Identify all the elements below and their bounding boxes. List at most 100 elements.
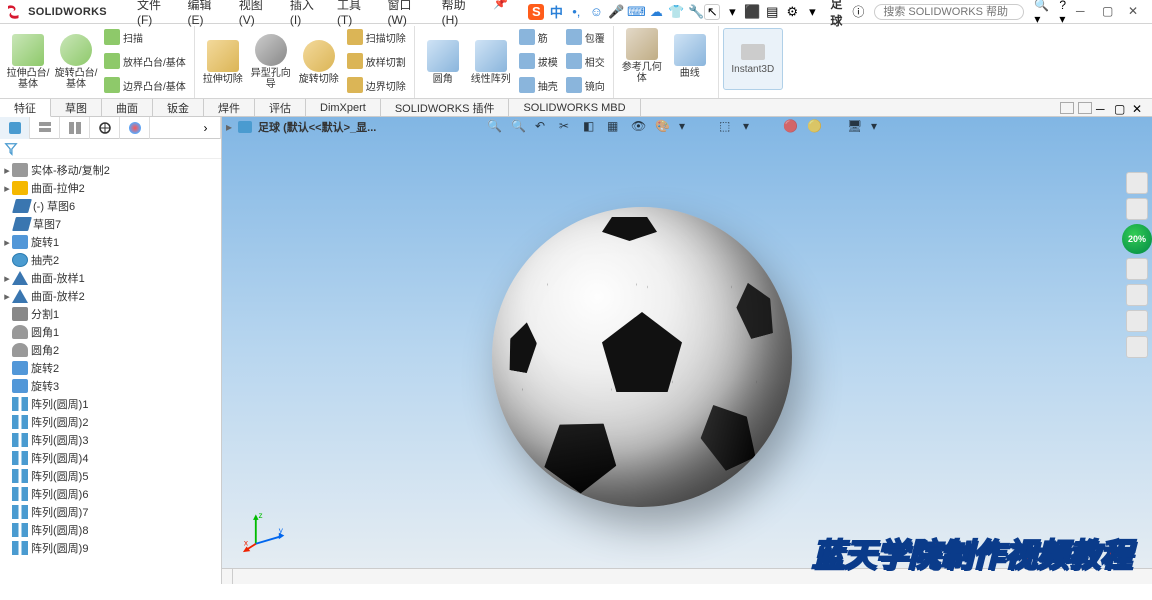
extrude-boss-button[interactable]: 拉伸凸台/基体: [4, 26, 52, 96]
tree-item[interactable]: ▸曲面-放样2: [0, 287, 221, 305]
ime-keyboard-icon[interactable]: ⌨: [628, 4, 644, 20]
tree-item[interactable]: 抽壳2: [0, 251, 221, 269]
tab-surfaces[interactable]: 曲面: [102, 99, 153, 116]
view-triad[interactable]: z y x: [242, 507, 288, 556]
draft-button[interactable]: 拔模: [519, 50, 558, 72]
child-close-icon[interactable]: ✕: [1132, 102, 1146, 114]
ime-cloud-icon[interactable]: ☁: [648, 4, 664, 20]
tab-sheetmetal[interactable]: 钣金: [153, 99, 204, 116]
display-pane-icon[interactable]: 🖥: [847, 119, 863, 135]
prev-view-icon[interactable]: ↶: [535, 119, 551, 135]
intersect-button[interactable]: 相交: [566, 50, 605, 72]
ref-geometry-button[interactable]: 参考几何体: [618, 26, 666, 84]
tree-item[interactable]: ▸曲面-拉伸2: [0, 179, 221, 197]
menu-file[interactable]: 文件(F): [137, 0, 172, 27]
tree-item[interactable]: (-) 草图6: [0, 197, 221, 215]
fm-tab-more-icon[interactable]: ›: [191, 117, 221, 139]
zoom-fit-icon[interactable]: 🔍: [487, 119, 503, 135]
hide-show-icon[interactable]: 👁: [631, 119, 647, 135]
view-orient-icon[interactable]: ◧: [583, 119, 599, 135]
tree-item[interactable]: 阵列(圆周)6: [0, 485, 221, 503]
extrude-cut-button[interactable]: 拉伸切除: [199, 26, 247, 96]
feature-tree[interactable]: ▸实体-移动/复制2▸曲面-拉伸2(-) 草图6草图7▸旋转1抽壳2▸曲面-放样…: [0, 159, 221, 584]
tab-evaluate[interactable]: 评估: [255, 99, 306, 116]
layout-icon[interactable]: ▤: [764, 4, 780, 20]
tree-item[interactable]: 阵列(圆周)4: [0, 449, 221, 467]
tree-item[interactable]: 圆角2: [0, 341, 221, 359]
filter-icon[interactable]: ⬛: [744, 4, 760, 20]
linear-pattern-button[interactable]: 线性阵列: [467, 26, 515, 96]
loft-cut-button[interactable]: 放样切割: [347, 50, 406, 72]
sweep-cut-button[interactable]: 扫描切除: [347, 26, 406, 48]
dropdown-2-icon[interactable]: ▾: [804, 4, 820, 20]
fm-tab-display-icon[interactable]: [120, 117, 150, 139]
tab-weldments[interactable]: 焊件: [204, 99, 255, 116]
select-icon[interactable]: ↖: [704, 4, 720, 20]
tree-item[interactable]: ▸实体-移动/复制2: [0, 161, 221, 179]
tree-item[interactable]: 圆角1: [0, 323, 221, 341]
scene-icon[interactable]: ▾: [679, 119, 695, 135]
task-home-icon[interactable]: [1126, 172, 1148, 194]
boundary-cut-button[interactable]: 边界切除: [347, 74, 406, 96]
view-cube-icon[interactable]: ⬚: [719, 119, 735, 135]
options-icon[interactable]: ⚙: [784, 4, 800, 20]
tab-features[interactable]: 特征: [0, 99, 51, 117]
tree-item[interactable]: 阵列(圆周)2: [0, 413, 221, 431]
tree-item[interactable]: 草图7: [0, 215, 221, 233]
ime-tool-icon[interactable]: 🔧: [688, 4, 704, 20]
instant3d-button[interactable]: Instant3D: [723, 28, 783, 90]
tree-item[interactable]: 旋转2: [0, 359, 221, 377]
fm-tab-dim-icon[interactable]: [90, 117, 120, 139]
dropdown-icon[interactable]: ▾: [743, 119, 759, 135]
tree-item[interactable]: 阵列(圆周)7: [0, 503, 221, 521]
fillet-button[interactable]: 圆角: [419, 26, 467, 96]
menu-pin-icon[interactable]: 📌: [493, 0, 508, 27]
loft-button[interactable]: 放样凸台/基体: [104, 50, 186, 72]
menu-help[interactable]: 帮助(H): [442, 0, 478, 27]
revolve-boss-button[interactable]: 旋转凸台/基体: [52, 26, 100, 96]
task-view-icon[interactable]: [1126, 310, 1148, 332]
tree-item[interactable]: ▸曲面-放样1: [0, 269, 221, 287]
bottom-tab-motion[interactable]: 运动算例 1: [222, 569, 233, 584]
menu-insert[interactable]: 插入(I): [290, 0, 321, 27]
tab-expand-icon[interactable]: [1060, 102, 1074, 114]
tree-item[interactable]: 阵列(圆周)8: [0, 521, 221, 539]
appearances-icon[interactable]: 🔴: [783, 119, 799, 135]
breadcrumb-arrow-icon[interactable]: ▸: [226, 120, 232, 134]
rib-button[interactable]: 筋: [519, 26, 558, 48]
close-icon[interactable]: ✕: [1128, 4, 1144, 20]
menu-tools[interactable]: 工具(T): [337, 0, 372, 27]
zoom-percent-badge[interactable]: 20%: [1122, 224, 1152, 254]
shell-button[interactable]: 抽壳: [519, 74, 558, 96]
wrap-button[interactable]: 包覆: [566, 26, 605, 48]
display-style-icon[interactable]: ▦: [607, 119, 623, 135]
tree-item[interactable]: 阵列(圆周)3: [0, 431, 221, 449]
tree-item[interactable]: 旋转3: [0, 377, 221, 395]
dropdown-icon[interactable]: ▾: [871, 119, 887, 135]
tree-item[interactable]: 阵列(圆周)1: [0, 395, 221, 413]
child-minimize-icon[interactable]: ─: [1096, 102, 1110, 114]
menu-window[interactable]: 窗口(W): [388, 0, 426, 27]
ime-skin-icon[interactable]: 👕: [668, 4, 684, 20]
help-icon[interactable]: ?▾: [1059, 0, 1066, 26]
tab-dimxpert[interactable]: DimXpert: [306, 99, 381, 116]
ime-face-icon[interactable]: ☺: [588, 4, 604, 20]
mirror-button[interactable]: 镜向: [566, 74, 605, 96]
fm-tab-config-icon[interactable]: [60, 117, 90, 139]
hole-wizard-button[interactable]: 异型孔向导: [247, 26, 295, 96]
tab-sketch[interactable]: 草图: [51, 99, 102, 116]
fm-tab-tree-icon[interactable]: [0, 117, 30, 139]
section-icon[interactable]: ✂: [559, 119, 575, 135]
task-library-icon[interactable]: [1126, 258, 1148, 280]
sweep-button[interactable]: 扫描: [104, 26, 186, 48]
viewport[interactable]: ▸ 足球 (默认<<默认>_显... 🔍 🔍 ↶ ✂ ◧ ▦ 👁 🎨 ▾ ⬚ ▾…: [222, 117, 1152, 584]
boundary-button[interactable]: 边界凸台/基体: [104, 74, 186, 96]
breadcrumb[interactable]: ▸ 足球 (默认<<默认>_显...: [226, 117, 376, 137]
tab-collapse-icon[interactable]: [1078, 102, 1092, 114]
task-resources-icon[interactable]: [1126, 198, 1148, 220]
child-maximize-icon[interactable]: ▢: [1114, 102, 1128, 114]
revolve-cut-button[interactable]: 旋转切除: [295, 26, 343, 96]
curves-button[interactable]: 曲线: [666, 26, 714, 84]
menu-edit[interactable]: 编辑(E): [188, 0, 223, 27]
ime-s-icon[interactable]: S: [528, 4, 544, 20]
